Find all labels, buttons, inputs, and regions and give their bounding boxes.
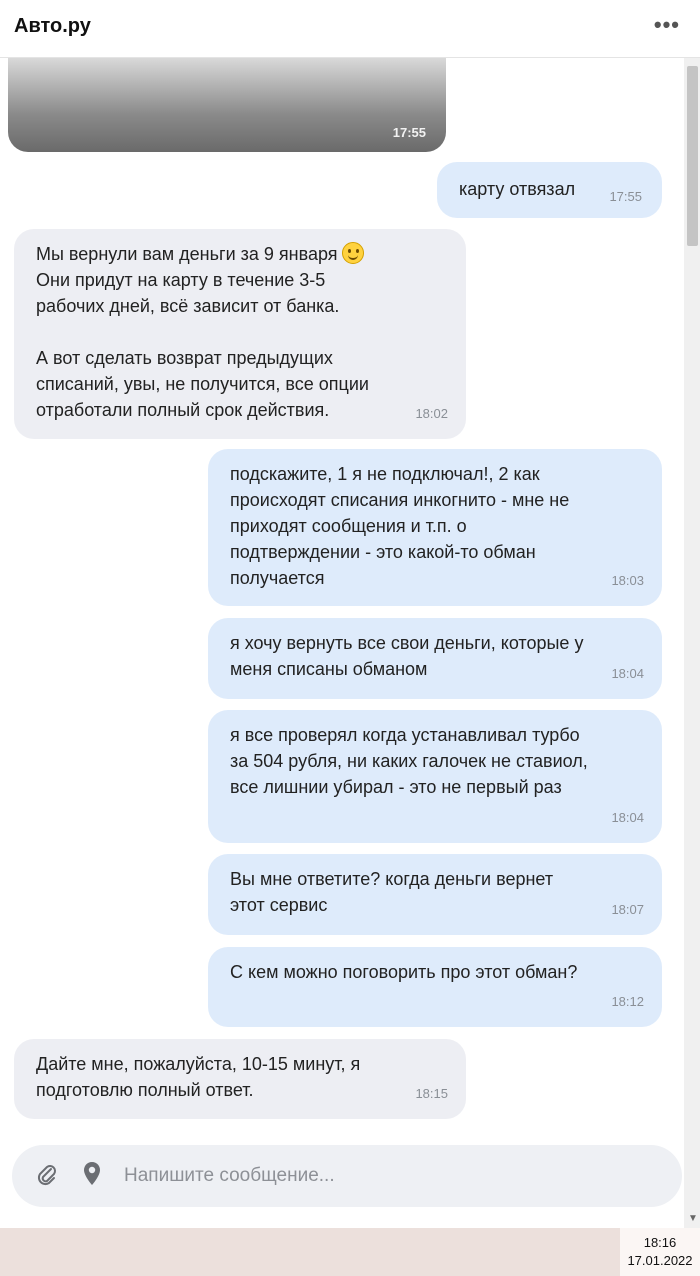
message-outgoing: подскажите, 1 я не подключал!, 2 как про… (208, 449, 662, 606)
message-composer (12, 1145, 682, 1207)
clock-date: 17.01.2022 (627, 1253, 693, 1268)
paperclip-icon[interactable] (36, 1163, 58, 1193)
message-outgoing: С кем можно поговорить про этот обман? 1… (208, 947, 662, 1027)
message-outgoing: Вы мне ответите? когда деньги вернет это… (208, 854, 662, 935)
taskbar-clock[interactable]: 18:16 17.01.2022 (620, 1228, 700, 1276)
chat-title: Авто.ру (14, 15, 91, 37)
message-text: я хочу вернуть все свои деньги, которые … (230, 633, 584, 679)
os-taskbar: 18:16 17.01.2022 (0, 1228, 700, 1276)
message-list[interactable]: 17:55 карту отвязал 17:55 Мы вернули вам… (0, 58, 684, 1228)
message-outgoing: я все проверял когда устанавливал турбо … (208, 710, 662, 843)
scrollbar-thumb[interactable] (687, 66, 698, 246)
message-text: подскажите, 1 я не подключал!, 2 как про… (230, 464, 570, 588)
message-time: 18:07 (611, 902, 644, 917)
scrollbar[interactable]: ▼ (684, 58, 700, 1228)
smiling-face-emoji-icon (341, 242, 364, 264)
message-text-block: Мы вернули вам деньги за 9 января Они пр… (36, 241, 369, 423)
message-text: Мы вернули вам деньги за 9 января (36, 244, 338, 264)
message-incoming: Мы вернули вам деньги за 9 января Они пр… (14, 229, 466, 439)
message-time: 17:55 (392, 125, 426, 140)
more-options-icon[interactable]: ••• (654, 12, 680, 38)
clock-time: 18:16 (643, 1235, 677, 1250)
message-input[interactable] (124, 1158, 644, 1194)
scroll-down-arrow-icon[interactable]: ▼ (688, 1213, 698, 1224)
chat-header: Авто.ру ••• (0, 0, 700, 58)
message-time: 18:04 (611, 810, 644, 825)
image-message[interactable]: 17:55 (8, 58, 446, 152)
location-pin-icon[interactable] (82, 1161, 102, 1192)
message-time: 17:55 (609, 189, 642, 204)
message-time: 18:15 (415, 1086, 448, 1101)
message-time: 18:04 (611, 666, 644, 681)
message-time: 18:02 (415, 406, 448, 421)
message-time: 18:03 (611, 573, 644, 588)
message-outgoing: карту отвязал 17:55 (437, 162, 662, 218)
message-text: карту отвязал (459, 179, 576, 199)
message-text: С кем можно поговорить про этот обман? (230, 962, 578, 982)
message-text: Дайте мне, пожалуйста, 10-15 минут, я по… (36, 1054, 361, 1100)
message-text: Вы мне ответите? когда деньги вернет это… (230, 869, 554, 915)
message-incoming: Дайте мне, пожалуйста, 10-15 минут, я по… (14, 1039, 466, 1119)
message-time: 18:12 (611, 994, 644, 1009)
message-outgoing: я хочу вернуть все свои деньги, которые … (208, 618, 662, 699)
message-text: я все проверял когда устанавливал турбо … (230, 725, 588, 797)
message-text: Они придут на карту в течение 3-5 рабочи… (36, 270, 369, 420)
